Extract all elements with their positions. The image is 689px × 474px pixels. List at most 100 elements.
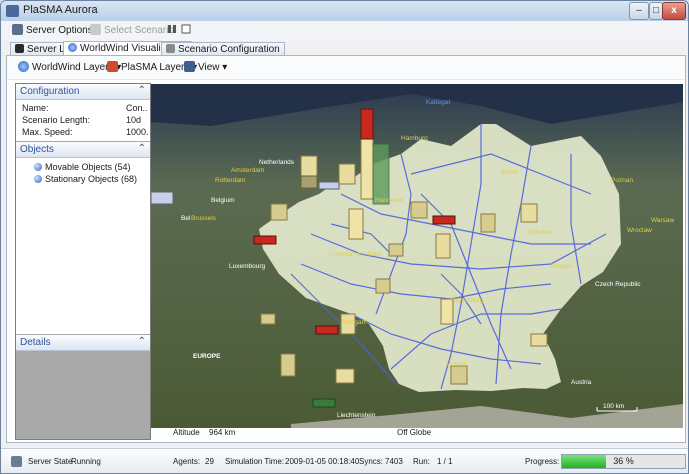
- map-label-czech-republic: Czech Republic: [595, 281, 641, 288]
- map-label-prague: Prague: [551, 263, 572, 270]
- progress-bar: 36 %: [561, 454, 686, 469]
- config-key: Scenario Length:: [22, 115, 91, 125]
- worldwind-layers-label: WorldWind Layers: [32, 62, 114, 73]
- tree-item-label: Movable Objects (54): [45, 162, 131, 172]
- globe-icon: [34, 163, 42, 171]
- map-label-belgium: Belgium: [211, 197, 234, 204]
- altitude-label: Altitude: [173, 428, 200, 437]
- syncs-value: 7403: [385, 457, 403, 466]
- run-label: Run:: [413, 457, 430, 466]
- tree-item-label: Stationary Objects (68): [45, 174, 138, 184]
- pause-button[interactable]: [167, 23, 177, 39]
- globe-icon: [18, 61, 29, 72]
- map-label-luxembourg: Luxembourg: [229, 263, 266, 270]
- close-button[interactable]: x: [662, 2, 686, 20]
- agents-value: 29: [205, 457, 214, 466]
- globe-status: Off Globe: [397, 428, 432, 437]
- map-label-hamburg: Hamburg: [401, 135, 428, 142]
- configuration-body: Name: Con... Scenario Length: 10d Max. S…: [16, 100, 150, 141]
- server-state-label: Server State: [28, 457, 73, 466]
- worldwind-map[interactable]: Kattegat Amsterdam Netherlands Rotterdam…: [151, 84, 683, 428]
- objects-header[interactable]: Objects ⌃: [16, 142, 150, 158]
- map-label-liechtenstein: Liechtenstein: [337, 412, 376, 419]
- configuration-title: Configuration: [20, 86, 80, 97]
- objects-body: Movable Objects (54) Stationary Objects …: [16, 158, 150, 334]
- map-label-stuttgart: Stuttgart: [341, 319, 366, 326]
- layers-icon: [107, 61, 118, 72]
- plasma-layers-label: PlaSMA Layers: [121, 62, 190, 73]
- tab-scenario-config-label: Scenario Configuration: [178, 44, 280, 55]
- monitor-icon: [184, 61, 195, 72]
- map-label-poznan: Poznan: [611, 177, 633, 184]
- config-value: 1000...: [126, 127, 148, 137]
- sim-time-label: Simulation Time:: [225, 457, 285, 466]
- map-label-austria: Austria: [571, 379, 592, 386]
- globe-icon: [68, 43, 77, 52]
- view-label: View: [198, 62, 220, 73]
- side-panel: Configuration ⌃ Name: Con... Scenario Le…: [15, 83, 151, 440]
- progress-text: 36 %: [613, 456, 634, 466]
- app-window: PlaSMA Aurora – □ x Server Options ▾ Sel…: [0, 0, 689, 474]
- map-label-brussels: Brussels: [191, 215, 217, 222]
- worldwind-layers-menu[interactable]: WorldWind Layers ▾: [18, 60, 121, 76]
- server-options-label: Server Options: [26, 25, 93, 36]
- map-status-bar: Altitude 964 km Off Globe: [151, 428, 683, 438]
- details-title: Details: [20, 337, 51, 348]
- map-label-warsaw: Warsaw: [651, 217, 675, 224]
- visualisation-panel: WorldWind Layers ▾ PlaSMA Layers ▾ View …: [6, 55, 686, 443]
- syncs-label: Syncs:: [359, 457, 384, 466]
- map-label-munich: Munich: [446, 361, 467, 368]
- tab-bar: Server Log WorldWind Visualisation Scena…: [1, 41, 688, 56]
- server-icon: [12, 24, 23, 35]
- map-label-nuremberg: Nuremberg: [451, 297, 484, 304]
- progress-label: Progress:: [525, 457, 560, 466]
- server-options-button[interactable]: Server Options ▾: [12, 23, 101, 39]
- wrench-icon: [166, 44, 175, 53]
- scale-label: 100 km: [603, 403, 624, 410]
- agents-label: Agents:: [173, 457, 201, 466]
- config-key: Name:: [22, 103, 49, 113]
- sim-time-value: 2009-01-05 00:18:40: [285, 457, 360, 466]
- map-label-hannover: Hannover: [375, 197, 404, 204]
- objects-title: Objects: [20, 144, 54, 155]
- collapse-icon[interactable]: ⌃: [138, 143, 146, 154]
- view-menu[interactable]: View ▾: [184, 60, 227, 76]
- configuration-header[interactable]: Configuration ⌃: [16, 84, 150, 100]
- map-canvas[interactable]: Kattegat Amsterdam Netherlands Rotterdam…: [151, 84, 683, 428]
- server-state-value: Running: [71, 457, 101, 466]
- map-label-frankfurt: Frankfurt am Main: [329, 251, 382, 258]
- map-label-bel: Bel: [181, 215, 191, 222]
- config-value: Con...: [126, 103, 148, 113]
- stop-button[interactable]: [181, 23, 191, 39]
- app-icon: [6, 5, 19, 17]
- tab-scenario-configuration[interactable]: Scenario Configuration: [161, 42, 285, 56]
- console-icon: [15, 44, 24, 53]
- title-bar: PlaSMA Aurora – □ x: [1, 1, 688, 21]
- map-label-dresden: Dresden: [527, 229, 552, 236]
- collapse-icon[interactable]: ⌃: [138, 336, 146, 347]
- main-toolbar: Server Options ▾ Select Scenario: [1, 21, 688, 41]
- scenario-icon: [90, 24, 101, 35]
- config-value: 10d: [126, 115, 142, 125]
- collapse-icon[interactable]: ⌃: [138, 85, 146, 96]
- select-scenario-button[interactable]: Select Scenario: [90, 23, 174, 39]
- map-label-rotterdam: Rotterdam: [215, 177, 245, 184]
- map-label-kattegat: Kattegat: [426, 99, 450, 106]
- tree-item-stationary-objects[interactable]: Stationary Objects (68): [34, 174, 137, 184]
- altitude-value: 964 km: [209, 428, 236, 437]
- globe-icon: [34, 175, 42, 183]
- status-bar: Server State Running Agents: 29 Simulati…: [1, 448, 688, 473]
- window-title: PlaSMA Aurora: [23, 4, 98, 16]
- map-label-wroclaw: Wroclaw: [627, 227, 652, 234]
- tree-item-movable-objects[interactable]: Movable Objects (54): [34, 162, 131, 172]
- map-label-berlin: Berlin: [501, 169, 518, 176]
- map-label-netherlands: Netherlands: [259, 159, 295, 166]
- maximize-button[interactable]: □: [649, 2, 663, 20]
- select-scenario-label: Select Scenario: [104, 25, 175, 36]
- view-toolbar: WorldWind Layers ▾ PlaSMA Layers ▾ View …: [7, 56, 685, 80]
- map-label-amsterdam: Amsterdam: [231, 167, 264, 174]
- map-label-europe: EUROPE: [193, 353, 221, 360]
- run-value: 1 / 1: [437, 457, 453, 466]
- minimize-button[interactable]: –: [629, 2, 649, 20]
- details-header[interactable]: Details ⌃: [16, 335, 150, 351]
